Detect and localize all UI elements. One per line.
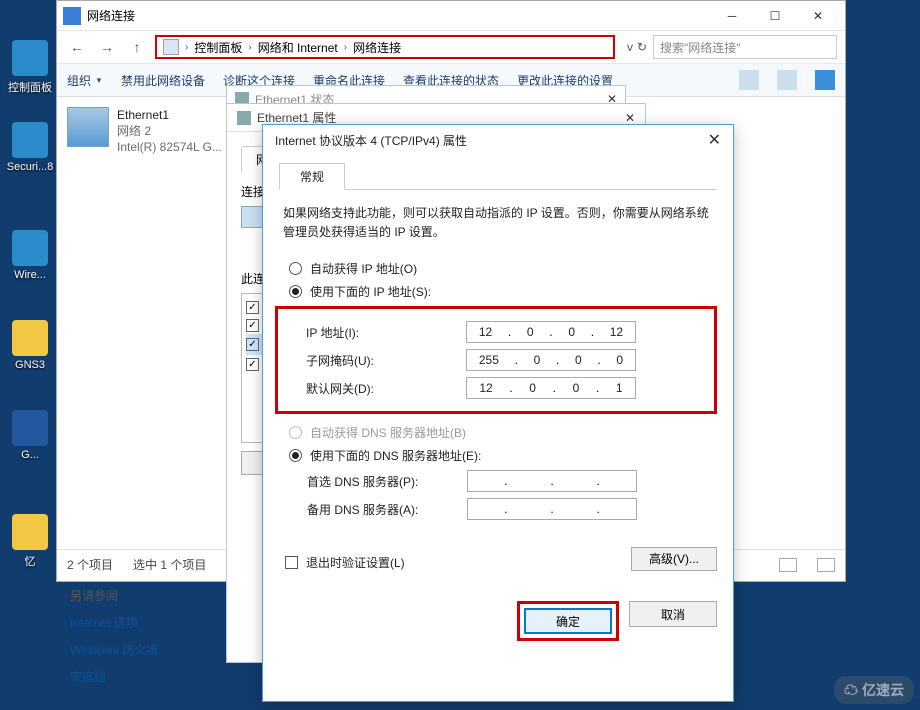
radio-auto-ip[interactable]: 自动获得 IP 地址(O): [289, 260, 717, 277]
maximize-button[interactable]: ☐: [754, 2, 796, 30]
radio-auto-dns: 自动获得 DNS 服务器地址(B): [289, 424, 717, 441]
adapter-name: Ethernet1: [117, 107, 222, 123]
ip-address-input[interactable]: 12. 0. 0. 12: [466, 321, 636, 343]
watermark: ☁ 亿速云: [834, 676, 914, 704]
close-icon[interactable]: ✕: [625, 111, 635, 125]
adapter-device: Intel(R) 82574L G...: [117, 139, 222, 155]
back-button[interactable]: ←: [65, 35, 89, 59]
close-icon[interactable]: ✕: [708, 130, 721, 150]
desktop-icon[interactable]: 忆: [2, 514, 58, 569]
cancel-button[interactable]: 取消: [629, 601, 717, 627]
ip-fields-highlight: IP 地址(I): 12. 0. 0. 12 子网掩码(U): 255. 0. …: [275, 306, 717, 414]
minimize-button[interactable]: ─: [711, 2, 753, 30]
ok-button[interactable]: 确定: [524, 608, 612, 634]
titlebar[interactable]: 网络连接 ─ ☐ ✕: [57, 1, 845, 31]
breadcrumb[interactable]: › 控制面板 › 网络和 Internet › 网络连接: [155, 35, 615, 59]
icons-view-icon[interactable]: [817, 558, 835, 572]
window-icon: [63, 7, 81, 25]
dns1-input[interactable]: ...: [467, 470, 637, 492]
gateway-input[interactable]: 12. 0. 0. 1: [466, 377, 636, 399]
link-homegroup[interactable]: 家庭组: [56, 663, 256, 690]
search-input[interactable]: 搜索"网络连接": [653, 35, 837, 59]
window-title: 网络连接: [87, 7, 711, 24]
tab-general[interactable]: 常规: [279, 163, 345, 190]
desktop-icon[interactable]: G...: [2, 410, 58, 461]
subnet-mask-input[interactable]: 255. 0. 0. 0: [466, 349, 636, 371]
adapter-network: 网络 2: [117, 123, 222, 139]
desktop-icon[interactable]: Wire...: [2, 230, 58, 281]
dialog-title: Internet 协议版本 4 (TCP/IPv4) 属性: [275, 132, 467, 149]
radio-use-dns[interactable]: 使用下面的 DNS 服务器地址(E):: [289, 447, 717, 464]
view-icon[interactable]: [739, 70, 759, 90]
up-button[interactable]: ↑: [125, 35, 149, 59]
dns2-input[interactable]: ...: [467, 498, 637, 520]
details-view-icon[interactable]: [779, 558, 797, 572]
desktop-icon[interactable]: 控制面板: [2, 40, 58, 95]
organize-button[interactable]: 组织▼: [67, 72, 103, 89]
description-text: 如果网络支持此功能，则可以获取自动指派的 IP 设置。否则，你需要从网络系统管理…: [279, 204, 717, 242]
close-button[interactable]: ✕: [797, 2, 839, 30]
dialog-icon: [237, 111, 251, 125]
validate-checkbox[interactable]: 退出时验证设置(L): [285, 554, 405, 571]
tcpip-dialog: Internet 协议版本 4 (TCP/IPv4) 属性 ✕ 常规 如果网络支…: [262, 124, 734, 702]
ok-highlight: 确定: [517, 601, 619, 641]
help-icon[interactable]: [815, 70, 835, 90]
location-icon: [163, 39, 179, 55]
desktop-icon[interactable]: Securi...8: [2, 122, 58, 173]
forward-button[interactable]: →: [95, 35, 119, 59]
disable-button[interactable]: 禁用此网络设备: [121, 72, 205, 89]
radio-use-ip[interactable]: 使用下面的 IP 地址(S):: [289, 283, 717, 300]
desktop-icon[interactable]: GNS3: [2, 320, 58, 371]
adapter-item[interactable]: Ethernet1 网络 2 Intel(R) 82574L G...: [63, 103, 243, 160]
nic-icon: [241, 206, 263, 228]
preview-icon[interactable]: [777, 70, 797, 90]
adapter-icon: [67, 107, 109, 147]
advanced-button[interactable]: 高级(V)...: [631, 547, 717, 571]
